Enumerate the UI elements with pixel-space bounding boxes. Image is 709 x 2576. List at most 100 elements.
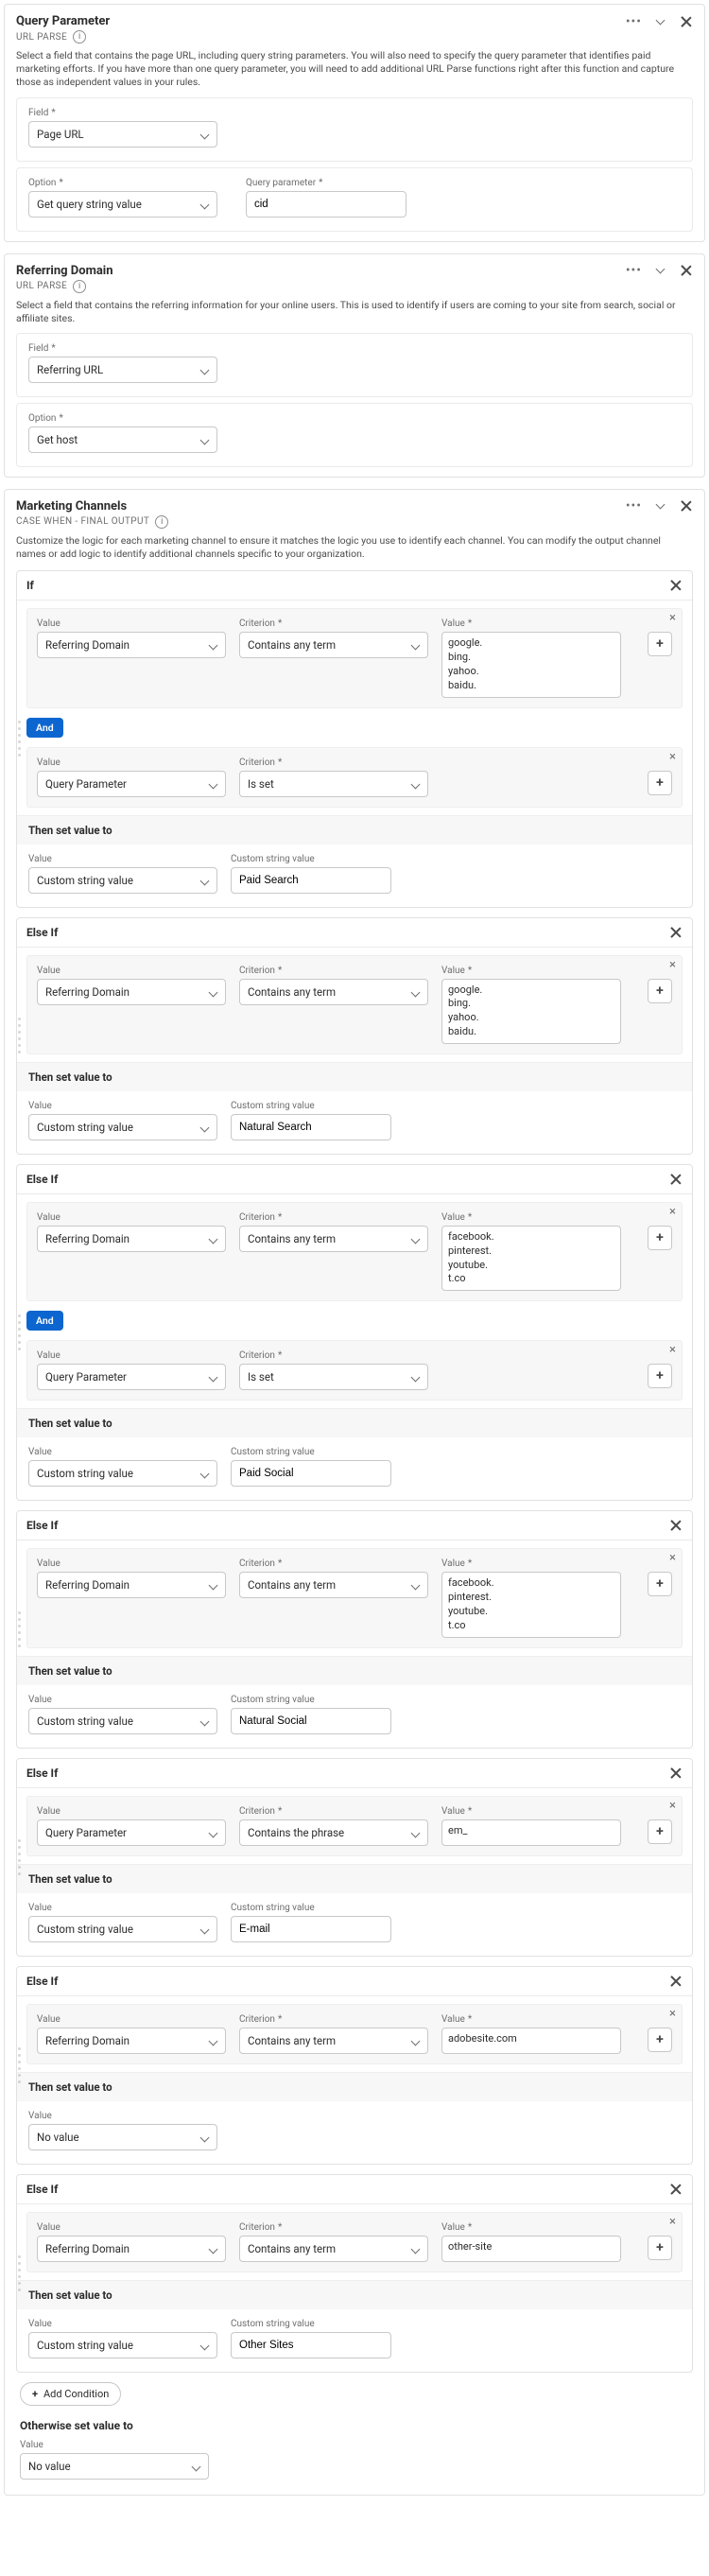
clause-criterion-select[interactable]: Contains any term: [239, 979, 428, 1005]
close-icon[interactable]: [669, 1767, 683, 1780]
info-icon[interactable]: i: [73, 30, 86, 44]
section-title: Referring Domain: [16, 264, 113, 278]
then-body: Value Custom string value Custom string …: [17, 1091, 692, 1154]
then-value-select[interactable]: Custom string value: [28, 867, 217, 894]
clause-value-select[interactable]: Query Parameter: [37, 1819, 226, 1846]
chevron-down-icon[interactable]: [655, 500, 666, 512]
add-condition-button[interactable]: + Add Condition: [20, 2382, 121, 2406]
info-icon[interactable]: i: [155, 515, 168, 529]
then-value-select[interactable]: Custom string value: [28, 1916, 217, 1942]
then-value-select[interactable]: Custom string value: [28, 2332, 217, 2358]
field-select[interactable]: Referring URL: [28, 357, 217, 383]
then-value-input[interactable]: [231, 1708, 391, 1734]
more-icon[interactable]: •••: [626, 499, 642, 513]
info-icon[interactable]: i: [73, 280, 86, 293]
then-value-select[interactable]: Custom string value: [28, 1708, 217, 1734]
remove-clause-icon[interactable]: ×: [669, 2216, 676, 2228]
close-icon[interactable]: [669, 1519, 683, 1532]
value-textarea[interactable]: em_: [441, 1819, 621, 1846]
close-icon[interactable]: [669, 1173, 683, 1186]
criterion-label: Criterion: [239, 1212, 275, 1223]
and-connector[interactable]: And: [26, 1311, 63, 1331]
value-label: Value: [28, 2111, 52, 2121]
section-description: Select a field that contains the referri…: [16, 299, 693, 325]
clause-criterion-select[interactable]: Contains any term: [239, 1572, 428, 1598]
value-textarea[interactable]: google. bing. yahoo. baidu.: [441, 632, 621, 697]
remove-clause-icon[interactable]: ×: [669, 1552, 676, 1564]
chevron-down-icon[interactable]: [655, 265, 666, 276]
value-textarea[interactable]: facebook. pinterest. youtube. t.co: [441, 1572, 621, 1637]
value-textarea[interactable]: other-site: [441, 2236, 621, 2262]
then-value-input[interactable]: [231, 1460, 391, 1487]
more-icon[interactable]: •••: [626, 15, 642, 28]
value-label: Value: [28, 1101, 52, 1111]
close-icon[interactable]: [680, 499, 693, 513]
close-icon[interactable]: [680, 264, 693, 277]
clause-criterion-select[interactable]: Contains any term: [239, 632, 428, 658]
then-value-select[interactable]: No value: [28, 2124, 217, 2150]
clause-value-select[interactable]: Referring Domain: [37, 1572, 226, 1598]
add-clause-button[interactable]: +: [648, 979, 672, 1003]
add-clause-button[interactable]: +: [648, 2028, 672, 2052]
section-subtype: URL PARSE: [16, 281, 67, 291]
clause-criterion-select[interactable]: Contains the phrase: [239, 1819, 428, 1846]
field-select[interactable]: Page URL: [28, 121, 217, 148]
close-icon[interactable]: [669, 2183, 683, 2196]
query-param-input[interactable]: [246, 191, 406, 218]
then-value-select[interactable]: Custom string value: [28, 1114, 217, 1140]
value-textarea[interactable]: google. bing. yahoo. baidu.: [441, 979, 621, 1044]
remove-clause-icon[interactable]: ×: [669, 1206, 676, 1218]
close-icon[interactable]: [669, 1975, 683, 1988]
clause: × Value Referring Domain Criterion* Cont…: [26, 1202, 683, 1301]
more-icon[interactable]: •••: [626, 264, 642, 277]
option-group: Option* Get host: [16, 403, 693, 467]
clause-criterion-select[interactable]: Contains any term: [239, 2028, 428, 2054]
add-clause-button[interactable]: +: [648, 1572, 672, 1596]
then-value-select[interactable]: Custom string value: [28, 1460, 217, 1487]
then-value-input[interactable]: [231, 1114, 391, 1140]
criterion-label: Criterion: [239, 1558, 275, 1569]
option-select[interactable]: Get host: [28, 426, 217, 453]
value-textarea[interactable]: adobesite.com: [441, 2028, 621, 2054]
add-clause-button[interactable]: +: [648, 1226, 672, 1250]
clause-criterion-select[interactable]: Contains any term: [239, 2236, 428, 2262]
clause-criterion-select[interactable]: Contains any term: [239, 1226, 428, 1252]
option-select[interactable]: Get query string value: [28, 191, 217, 218]
value-label: Value: [37, 2222, 61, 2233]
clause-value-select[interactable]: Query Parameter: [37, 771, 226, 797]
remove-clause-icon[interactable]: ×: [669, 751, 676, 763]
otherwise-block: Otherwise set value to Value No value: [20, 2419, 689, 2480]
add-clause-button[interactable]: +: [648, 2236, 672, 2260]
then-value-input[interactable]: [231, 2332, 391, 2358]
clause-value-select[interactable]: Referring Domain: [37, 2028, 226, 2054]
clause-value-select[interactable]: Referring Domain: [37, 1226, 226, 1252]
remove-clause-icon[interactable]: ×: [669, 1344, 676, 1356]
clause-value-select[interactable]: Query Parameter: [37, 1364, 226, 1390]
otherwise-value-select[interactable]: No value: [20, 2453, 209, 2480]
clause-value-select[interactable]: Referring Domain: [37, 2236, 226, 2262]
add-clause-button[interactable]: +: [648, 632, 672, 656]
option-label: Option: [28, 413, 56, 424]
clause-criterion-select[interactable]: Is set: [239, 771, 428, 797]
then-value-input[interactable]: [231, 1916, 391, 1942]
clause-value-select[interactable]: Referring Domain: [37, 979, 226, 1005]
remove-clause-icon[interactable]: ×: [669, 1800, 676, 1812]
add-clause-button[interactable]: +: [648, 1364, 672, 1388]
remove-clause-icon[interactable]: ×: [669, 2008, 676, 2020]
add-clause-button[interactable]: +: [648, 771, 672, 795]
then-value-input[interactable]: [231, 867, 391, 894]
chevron-down-icon[interactable]: [655, 16, 666, 27]
remove-clause-icon[interactable]: ×: [669, 612, 676, 624]
remove-clause-icon[interactable]: ×: [669, 959, 676, 971]
plus-icon: +: [32, 2388, 38, 2400]
add-clause-button[interactable]: +: [648, 1819, 672, 1844]
clause-criterion-select[interactable]: Is set: [239, 1364, 428, 1390]
value-textarea[interactable]: facebook. pinterest. youtube. t.co: [441, 1226, 621, 1291]
close-icon[interactable]: [669, 579, 683, 592]
clause-value-select[interactable]: Referring Domain: [37, 632, 226, 658]
close-icon[interactable]: [669, 926, 683, 939]
value-label: Value: [37, 1350, 61, 1361]
clause: × Value Referring Domain Criterion* Cont…: [26, 2212, 683, 2272]
close-icon[interactable]: [680, 15, 693, 28]
and-connector[interactable]: And: [26, 718, 63, 738]
